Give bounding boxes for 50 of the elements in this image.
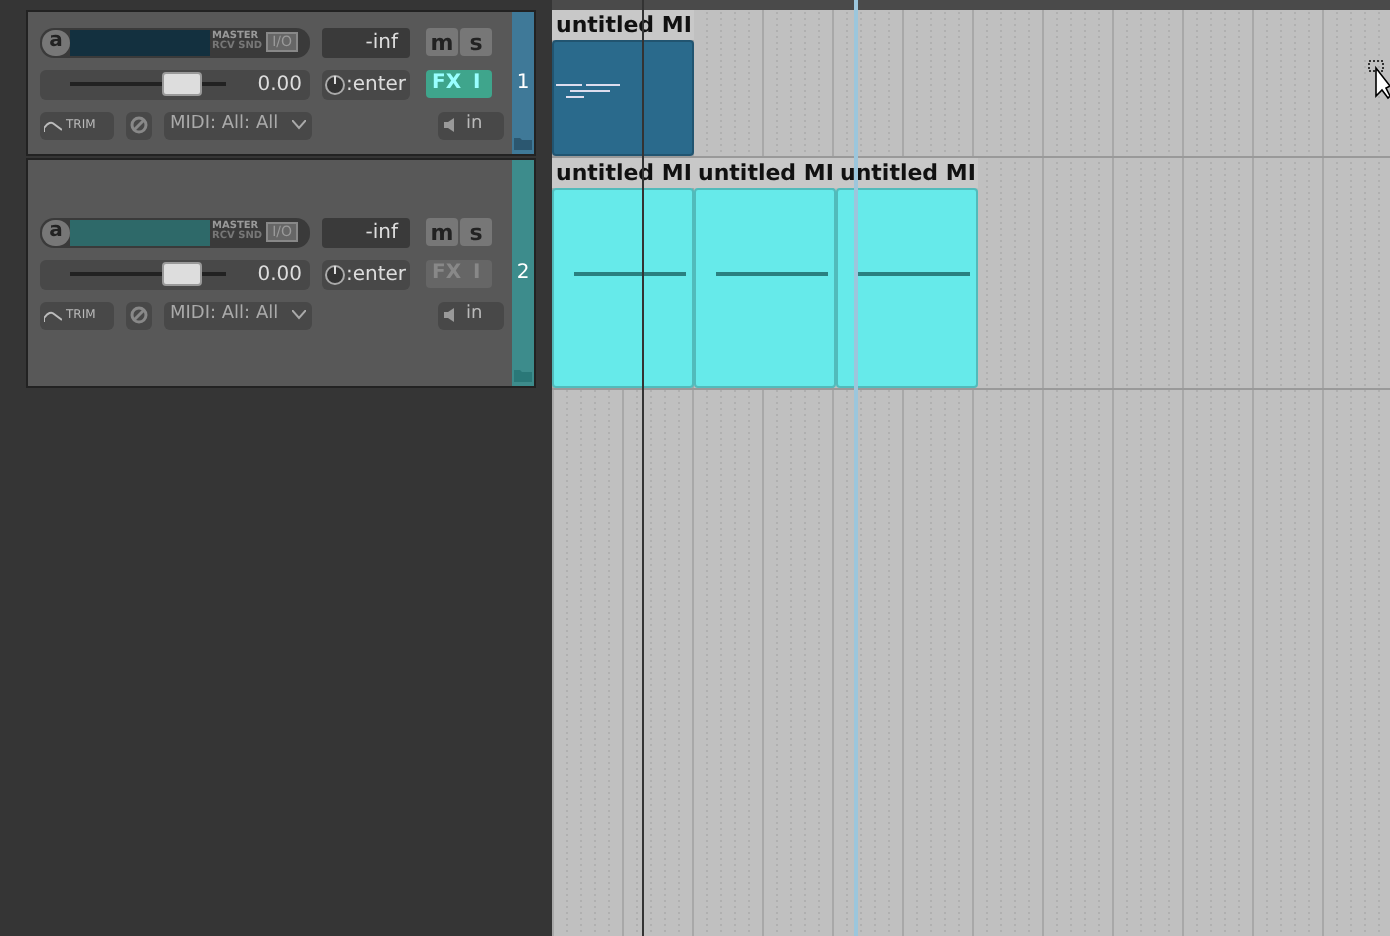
volume-fader[interactable]: 0.00 bbox=[40, 259, 310, 289]
peak-meter: -inf bbox=[322, 27, 410, 57]
mute-button[interactable]: m bbox=[426, 218, 458, 246]
monitor-button[interactable]: in bbox=[438, 111, 504, 139]
phase-icon bbox=[130, 306, 148, 324]
note-line-icon bbox=[858, 272, 970, 276]
note-line-icon bbox=[716, 272, 828, 276]
midi-input-dropdown[interactable]: MIDI: All: All bbox=[164, 301, 312, 329]
notes-drawing bbox=[556, 82, 620, 98]
fader-thumb[interactable] bbox=[162, 72, 203, 96]
knob-icon bbox=[324, 263, 346, 285]
note-line-icon bbox=[574, 272, 686, 276]
track-number: 1 bbox=[516, 70, 530, 98]
midi-item[interactable] bbox=[836, 188, 978, 388]
speaker-icon bbox=[444, 118, 454, 132]
pan-control[interactable]: :enter bbox=[322, 259, 410, 289]
peak-meter: -inf bbox=[322, 217, 410, 247]
solo-button[interactable]: s bbox=[460, 28, 492, 56]
track-number-strip[interactable]: 1 bbox=[512, 12, 534, 154]
midi-item[interactable] bbox=[694, 188, 836, 388]
track-number-strip[interactable]: 2 bbox=[512, 160, 534, 386]
midi-item[interactable] bbox=[552, 40, 694, 156]
midi-item[interactable] bbox=[552, 188, 694, 388]
knob-icon bbox=[324, 73, 346, 95]
midi-input-dropdown[interactable]: MIDI: All: All bbox=[164, 111, 312, 139]
folder-icon bbox=[514, 136, 532, 150]
mute-button[interactable]: m bbox=[426, 28, 458, 56]
fx-button[interactable]: FX I bbox=[426, 70, 492, 98]
folder-icon bbox=[514, 368, 532, 382]
phase-button[interactable] bbox=[126, 301, 152, 329]
phase-button[interactable] bbox=[126, 111, 152, 139]
envelope-icon bbox=[44, 119, 62, 131]
phase-icon bbox=[130, 116, 148, 134]
fader-thumb[interactable] bbox=[162, 262, 203, 286]
record-arm-button[interactable]: a bbox=[42, 29, 70, 55]
item-label: untitled MI bbox=[836, 158, 978, 188]
pan-control[interactable]: :enter bbox=[322, 69, 410, 99]
chevron-icon bbox=[292, 120, 306, 130]
volume-fader[interactable]: 0.00 bbox=[40, 69, 310, 99]
volume-value: 0.00 bbox=[257, 261, 302, 289]
envelope-icon bbox=[44, 309, 62, 321]
chevron-icon bbox=[292, 310, 306, 320]
speaker-icon bbox=[444, 308, 454, 322]
record-arm-button[interactable]: a bbox=[42, 219, 70, 245]
track-number: 2 bbox=[516, 260, 530, 288]
monitor-button[interactable]: in bbox=[438, 301, 504, 329]
solo-button[interactable]: s bbox=[460, 218, 492, 246]
mouse-pointer-icon bbox=[1368, 60, 1390, 100]
item-label: untitled MI bbox=[694, 158, 836, 188]
volume-value: 0.00 bbox=[257, 71, 302, 99]
